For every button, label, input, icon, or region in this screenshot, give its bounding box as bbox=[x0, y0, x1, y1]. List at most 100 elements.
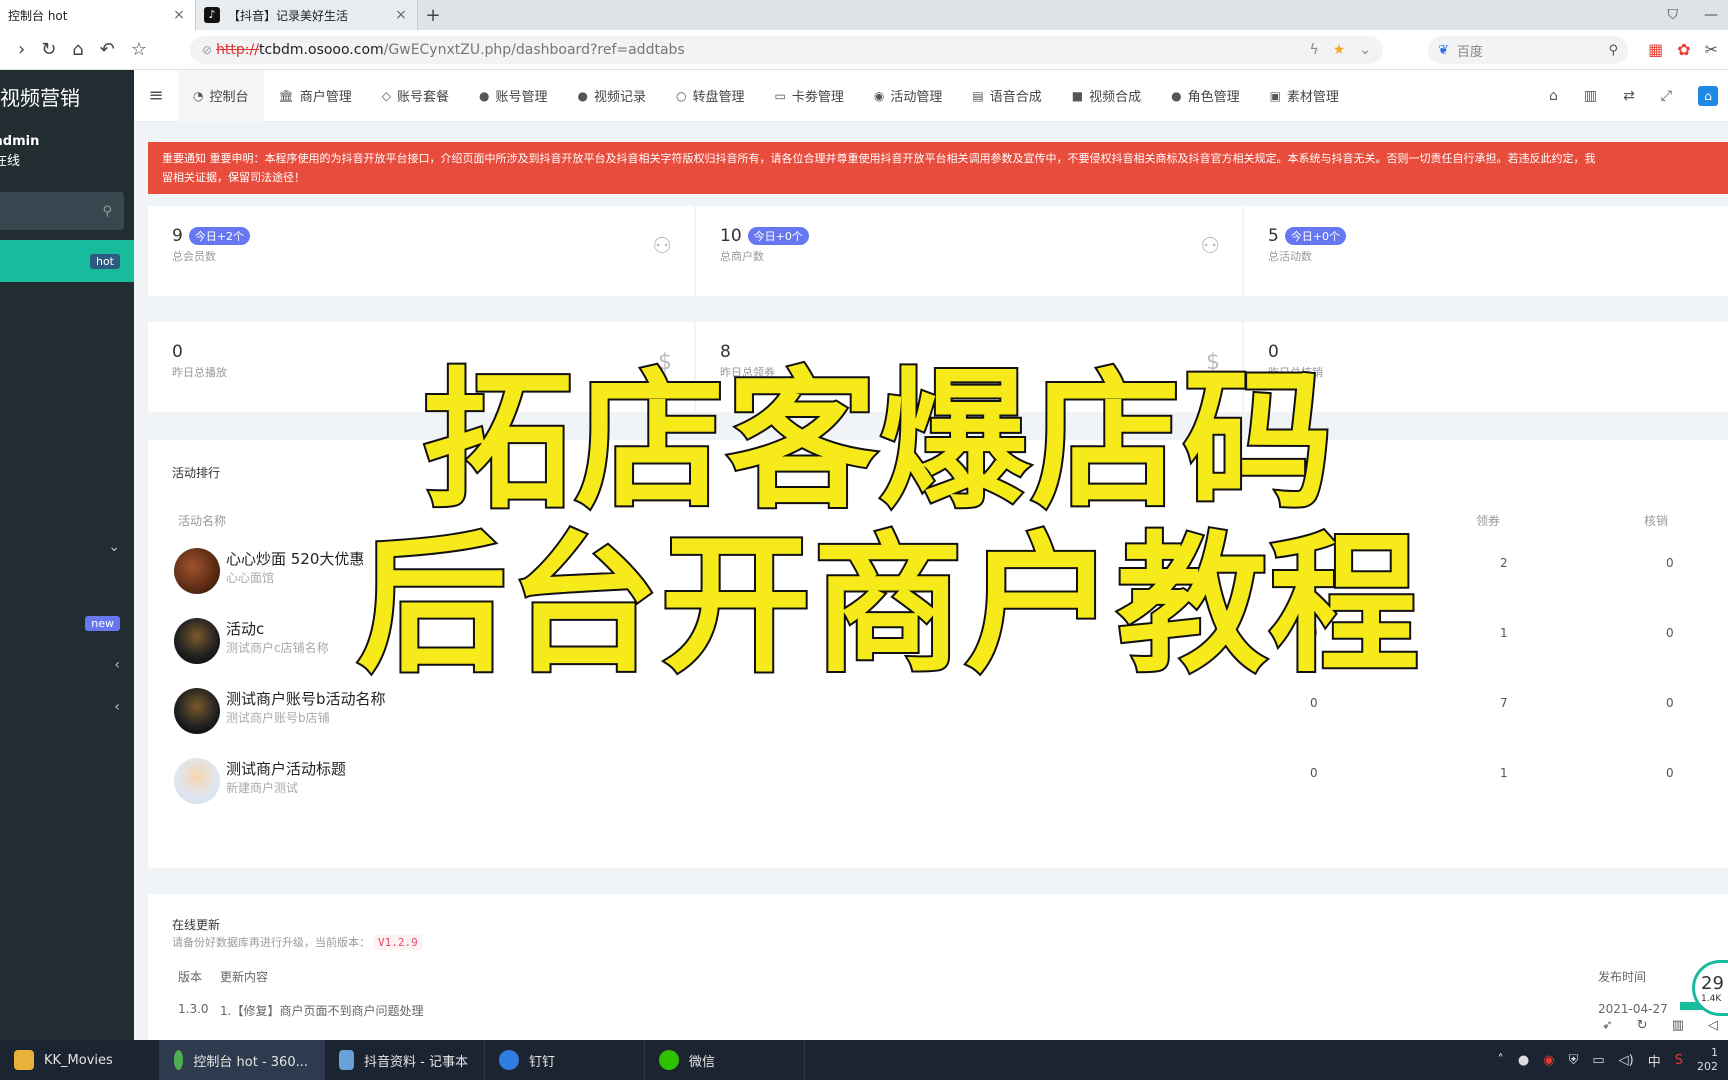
table-row[interactable]: 心心炒面 520大优惠 心心面馆 2 0 bbox=[174, 544, 1714, 594]
tab-1[interactable]: 🏛 商户管理 bbox=[264, 70, 367, 122]
scissors-icon[interactable]: ✂ bbox=[1705, 40, 1718, 59]
trash-icon[interactable]: ▥ bbox=[1584, 88, 1597, 104]
browser-toolbar: › ↻ ⌂ ↶ ☆ ⊘ http:// tcbdm.osooo.com /GwE… bbox=[0, 30, 1728, 70]
browser-tab-douyin[interactable]: ♪ 【抖音】记录美好生活 × bbox=[196, 0, 418, 30]
tab-2[interactable]: ◇ 账号套餐 bbox=[367, 70, 464, 122]
hot-badge: hot bbox=[89, 253, 120, 269]
taskbar-item-browser[interactable]: 控制台 hot - 360... bbox=[160, 1040, 325, 1080]
house-badge-icon[interactable]: ⌂ bbox=[1698, 86, 1718, 106]
taskbar-item-kkmovies[interactable]: KK_Movies bbox=[0, 1040, 160, 1080]
reload-icon[interactable]: ↻ bbox=[41, 39, 56, 60]
sidebar-item-expand[interactable]: ⌄ bbox=[0, 526, 134, 568]
close-tab-icon[interactable]: × bbox=[393, 7, 409, 23]
stat-value: 0 bbox=[1268, 342, 1279, 362]
trash-icon[interactable]: ▥ bbox=[1672, 1018, 1684, 1033]
search-icon[interactable]: ⚲ bbox=[1608, 43, 1618, 58]
taskbar-item-dingtalk[interactable]: 钉钉 bbox=[485, 1040, 645, 1080]
favorite-star-icon[interactable]: ★ bbox=[1333, 42, 1346, 58]
chevron-up-icon[interactable]: ˄ bbox=[1497, 1053, 1504, 1068]
activity-avatar bbox=[174, 548, 220, 594]
user-name: admin bbox=[0, 134, 40, 149]
sidebar-item-collapsed-1[interactable]: ‹ bbox=[0, 644, 134, 686]
browser-tab-title: 控制台 hot bbox=[8, 8, 68, 23]
table-row[interactable]: 活动c 测试商户c店铺名称 0 1 0 bbox=[174, 614, 1714, 664]
users-icon: ● bbox=[1171, 88, 1182, 103]
fullscreen-icon[interactable]: ⤢ bbox=[1661, 88, 1672, 104]
sidebar-item-new[interactable]: new bbox=[0, 602, 134, 644]
column-header-name: 活动名称 bbox=[178, 514, 227, 528]
shirt-icon[interactable]: ⛉ bbox=[1668, 7, 1679, 23]
user-plus-icon: ⚇ bbox=[1200, 234, 1220, 259]
video-icon: ■ bbox=[1071, 88, 1084, 103]
undo-icon[interactable]: ↶ bbox=[100, 39, 115, 60]
sogou-icon[interactable]: S bbox=[1675, 1053, 1683, 1068]
url-scheme: http:// bbox=[216, 42, 259, 58]
volume-icon[interactable]: ◁) bbox=[1619, 1053, 1634, 1068]
tab-5[interactable]: ○ 转盘管理 bbox=[661, 70, 760, 122]
tab-label: 账号管理 bbox=[495, 90, 548, 105]
tab-9[interactable]: ■ 视频合成 bbox=[1057, 70, 1156, 122]
user-plus-icon: ⚇ bbox=[652, 234, 672, 259]
rocket-icon[interactable]: ➶ bbox=[1602, 1018, 1613, 1033]
microphone-icon[interactable]: ● bbox=[1518, 1053, 1529, 1068]
browser-tab-dashboard[interactable]: 控制台 hot × bbox=[0, 0, 196, 30]
tab-4[interactable]: ● 视频记录 bbox=[563, 70, 662, 122]
table-row[interactable]: 测试商户账号b活动名称 测试商户账号b店铺 0 7 0 bbox=[174, 684, 1714, 734]
shield-icon[interactable]: ⛨ bbox=[1569, 1053, 1579, 1068]
apps-grid-icon[interactable]: ▦ bbox=[1648, 40, 1663, 59]
stat-card-coupons: 8 昨日总领券 $ bbox=[696, 322, 1242, 412]
stat-today-badge: 今日+0个 bbox=[747, 227, 809, 245]
column-header-version: 版本 bbox=[178, 970, 203, 984]
home-icon[interactable]: ⌂ bbox=[1549, 88, 1558, 104]
sidebar-item-collapsed-2[interactable]: ‹ bbox=[0, 686, 134, 728]
sidebar: 短视频营销 admin 在线 ⚲ hot ⌄ new ‹ ‹ bbox=[0, 70, 134, 1040]
tab-11[interactable]: ▣ 素材管理 bbox=[1255, 70, 1354, 122]
tab-label: 素材管理 bbox=[1286, 90, 1339, 105]
address-bar[interactable]: ⊘ http:// tcbdm.osooo.com /GwECynxtZU.ph… bbox=[190, 36, 1383, 64]
volume-icon[interactable]: ◁ bbox=[1708, 1018, 1718, 1033]
taskbar-item-notepad[interactable]: 抖音资料 - 记事本 bbox=[325, 1040, 485, 1080]
sidebar-item-dashboard[interactable]: hot bbox=[0, 240, 134, 282]
search-input[interactable]: ❦ 百度 ⚲ bbox=[1428, 36, 1628, 64]
online-update-panel: 在线更新 请备份好数据库再进行升级，当前版本： V1.2.9 版本 更新内容 发布… bbox=[148, 894, 1728, 1040]
tab-0[interactable]: ◔ 控制台 bbox=[178, 69, 264, 122]
refresh-icon[interactable]: ↻ bbox=[1637, 1018, 1648, 1033]
menu-toggle-icon[interactable]: ≡ bbox=[134, 85, 178, 106]
chevron-down-icon[interactable]: ⌄ bbox=[1359, 42, 1371, 58]
activity-name: 测试商户账号b活动名称 bbox=[226, 690, 386, 708]
update-content: 1.【修复】商户页面不到商户问题处理 bbox=[220, 1004, 424, 1018]
column-header-redeemed: 核销 bbox=[1644, 514, 1669, 528]
tab-7[interactable]: ◉ 活动管理 bbox=[859, 70, 958, 122]
tab-3[interactable]: ● 账号管理 bbox=[464, 70, 563, 122]
home-icon[interactable]: ⌂ bbox=[72, 39, 83, 60]
minimize-icon[interactable]: — bbox=[1704, 7, 1718, 23]
network-icon[interactable]: ▭ bbox=[1592, 1053, 1604, 1068]
forward-icon[interactable]: › bbox=[18, 39, 25, 60]
ime-indicator[interactable]: 中 bbox=[1648, 1051, 1661, 1070]
tab-10[interactable]: ● 角色管理 bbox=[1156, 70, 1255, 122]
folder-icon bbox=[14, 1050, 34, 1070]
stat-label: 昨日总领券 bbox=[720, 366, 775, 379]
lightning-icon[interactable]: ϟ bbox=[1309, 42, 1318, 58]
taskbar-item-wechat[interactable]: 微信 bbox=[645, 1040, 805, 1080]
tab-6[interactable]: ▭ 卡劵管理 bbox=[760, 70, 859, 122]
table-row[interactable]: 测试商户活动标题 新建商户测试 0 1 0 bbox=[174, 754, 1714, 804]
clock[interactable]: 1 202 bbox=[1697, 1046, 1718, 1074]
wechat-icon bbox=[659, 1050, 679, 1070]
activity-ranking-panel: 活动排行 活动名称 领券 核销 心心炒面 520大优惠 心心面馆 2 0 活动c… bbox=[148, 440, 1728, 868]
translate-icon[interactable]: ⇄ bbox=[1623, 88, 1635, 104]
tab-8[interactable]: ▤ 语音合成 bbox=[957, 70, 1056, 122]
update-date: 2021-04-27 bbox=[1598, 1002, 1668, 1016]
tab-label: 转盘管理 bbox=[692, 90, 745, 105]
chevron-down-icon: ⌄ bbox=[108, 539, 120, 555]
tab-label: 角色管理 bbox=[1187, 90, 1240, 105]
new-tab-button[interactable]: + bbox=[418, 0, 448, 30]
antivirus-icon[interactable]: ◉ bbox=[1543, 1053, 1554, 1068]
cell-redeemed: 0 bbox=[1666, 696, 1674, 710]
close-tab-icon[interactable]: × bbox=[171, 7, 187, 23]
tab-label: 账号套餐 bbox=[396, 90, 449, 105]
top-menu-tools: ⌂ ▥ ⇄ ⤢ ⌂ bbox=[1549, 70, 1718, 122]
sidebar-search[interactable]: ⚲ bbox=[0, 192, 124, 230]
gamepad-icon[interactable]: ✿ bbox=[1677, 40, 1690, 59]
bookmark-star-icon[interactable]: ☆ bbox=[131, 39, 147, 60]
